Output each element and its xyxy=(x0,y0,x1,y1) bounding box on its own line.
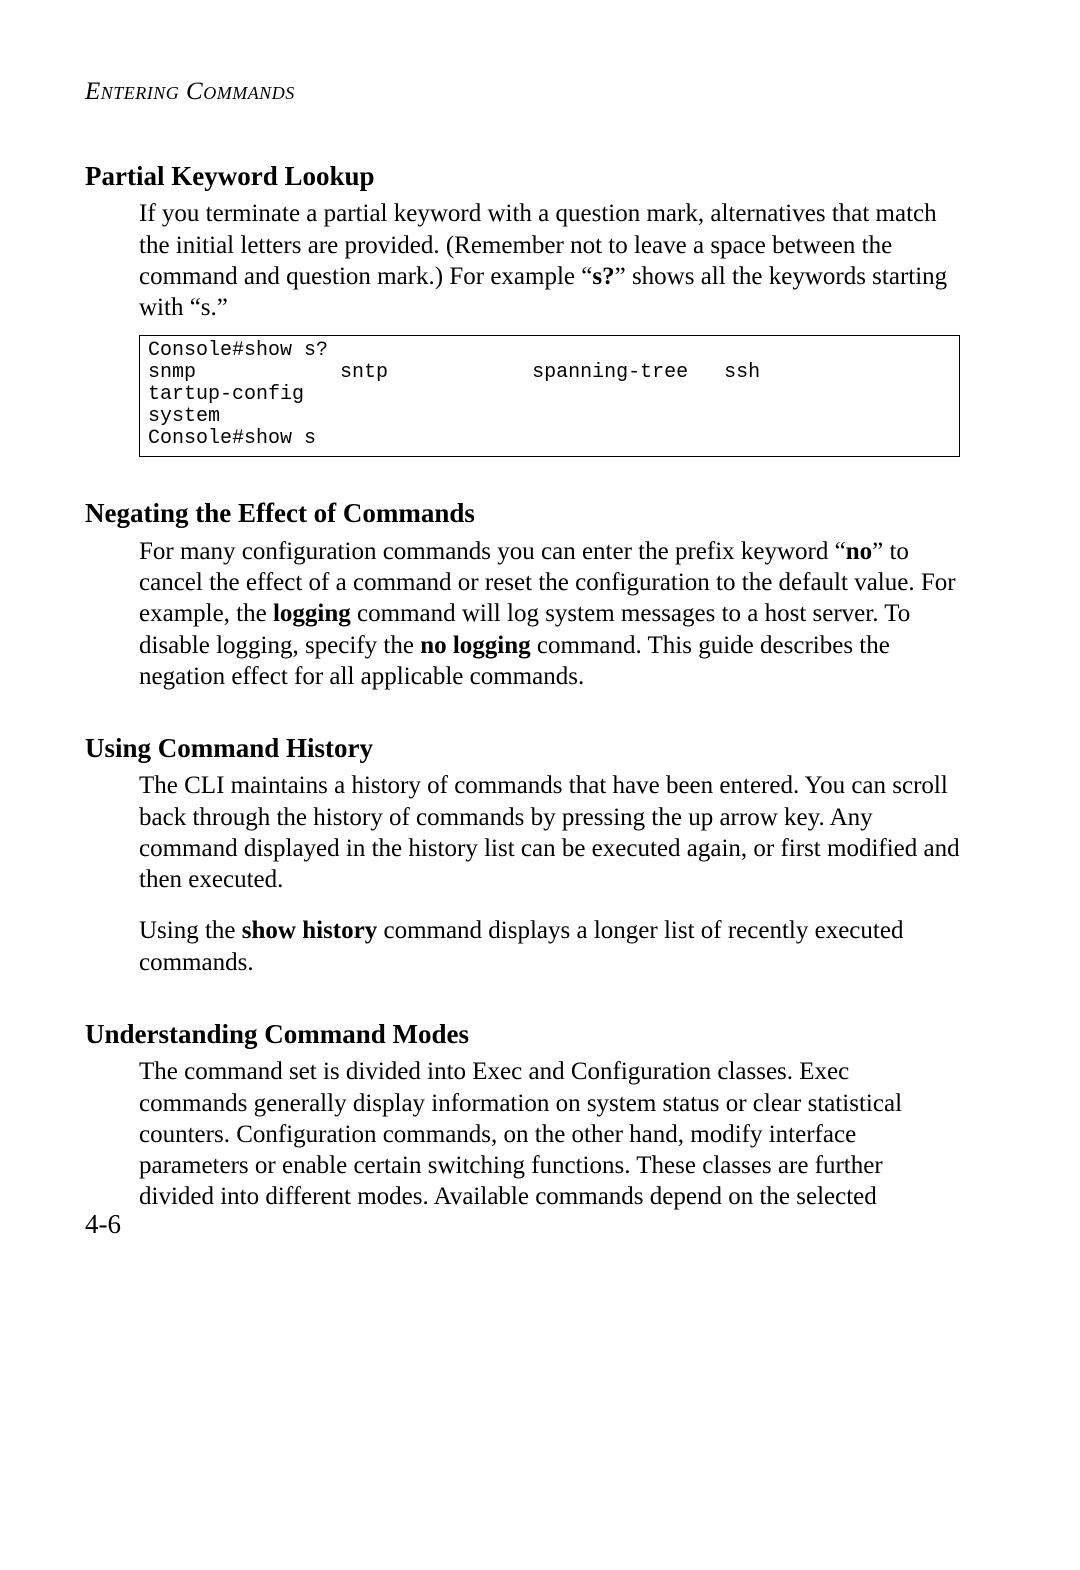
paragraph-history-2: Using the show history command displays … xyxy=(139,915,960,978)
paragraph-partial: If you terminate a partial keyword with … xyxy=(139,198,960,323)
section-heading-history: Using Command History xyxy=(85,732,960,764)
paragraph-history-1: The CLI maintains a history of commands … xyxy=(139,770,960,895)
page-content: Partial Keyword Lookup If you terminate … xyxy=(85,160,960,1213)
page-number: 4-6 xyxy=(85,1209,121,1240)
section-heading-negating: Negating the Effect of Commands xyxy=(85,497,960,529)
running-head: Entering Commands xyxy=(85,78,295,106)
code-block-partial: Console#show s? snmp sntp spanning-tree … xyxy=(139,335,960,457)
section-heading-partial: Partial Keyword Lookup xyxy=(85,160,960,192)
section-heading-modes: Understanding Command Modes xyxy=(85,1018,960,1050)
paragraph-modes: The command set is divided into Exec and… xyxy=(139,1056,960,1212)
paragraph-negating: For many configuration commands you can … xyxy=(139,536,960,692)
